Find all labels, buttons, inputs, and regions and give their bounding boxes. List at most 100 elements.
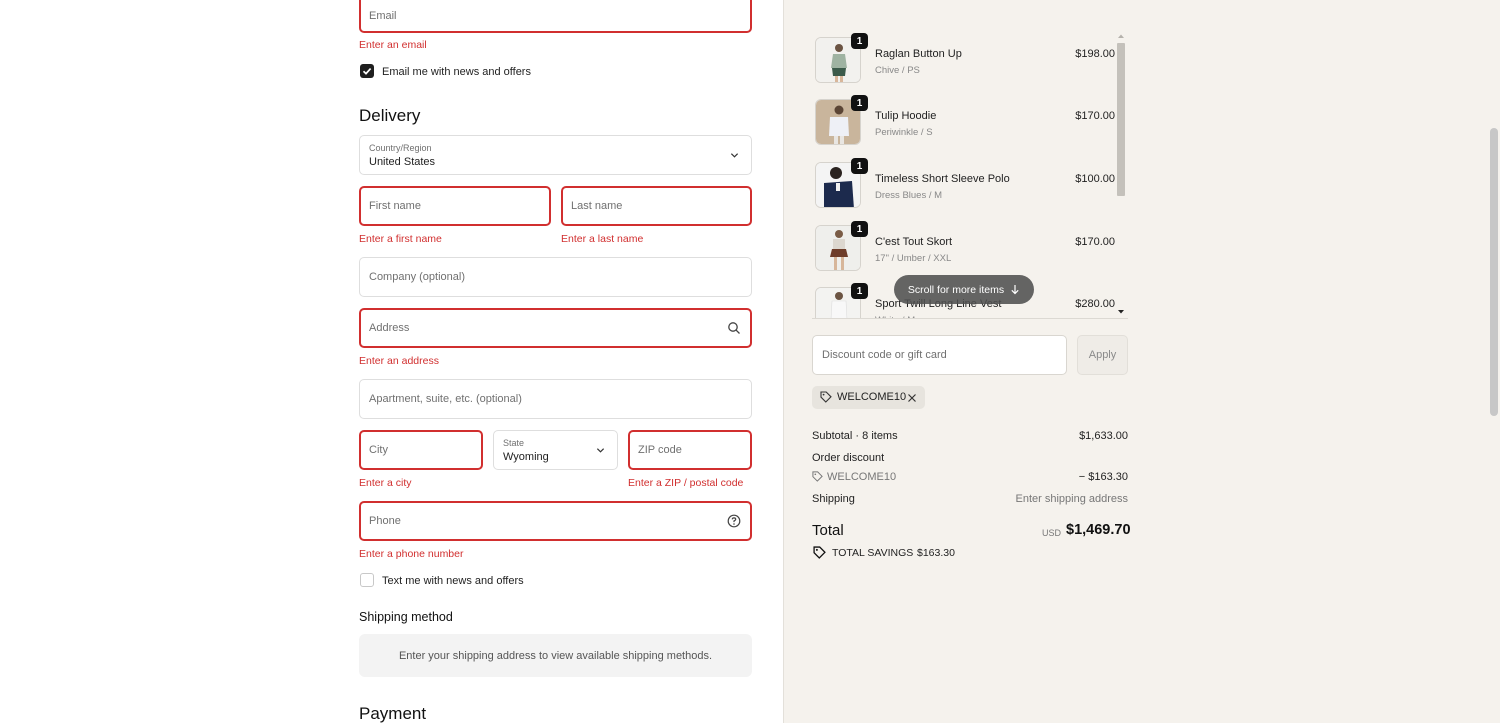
email-error: Enter an email	[359, 39, 427, 51]
state-label: State	[503, 438, 525, 448]
quantity-badge: 1	[851, 95, 868, 111]
tag-icon	[812, 471, 823, 482]
cart-item: 1 Timeless Short Sleeve Polo Dress Blues…	[812, 158, 1128, 210]
address-placeholder: Address	[369, 322, 410, 334]
subtotal-value: $1,633.00	[1079, 430, 1128, 442]
zip-field[interactable]: ZIP code	[628, 430, 752, 470]
item-name: Raglan Button Up	[875, 48, 962, 60]
city-placeholder: City	[369, 444, 388, 456]
chevron-down-icon	[730, 153, 739, 158]
tag-icon	[820, 391, 832, 403]
quantity-badge: 1	[851, 33, 868, 49]
cart-list-scrollbar[interactable]	[1115, 32, 1127, 317]
quantity-badge: 1	[851, 221, 868, 237]
newsletter-label: Email me with news and offers	[382, 66, 531, 78]
item-price: $100.00	[1075, 173, 1115, 185]
item-name: Timeless Short Sleeve Polo	[875, 173, 1010, 185]
cart-item: 1 Raglan Button Up Chive / PS $198.00	[812, 33, 1128, 85]
state-select[interactable]: State Wyoming	[493, 430, 618, 470]
cart-item: 1 C'est Tout Skort 17" / Umber / XXL $17…	[812, 221, 1128, 273]
phone-placeholder: Phone	[369, 515, 401, 527]
close-icon[interactable]	[907, 393, 917, 403]
delivery-heading: Delivery	[359, 106, 421, 125]
country-select[interactable]: Country/Region United States	[359, 135, 752, 175]
item-variant: 17" / Umber / XXL	[875, 253, 952, 264]
phone-error: Enter a phone number	[359, 548, 464, 560]
order-discount-label: Order discount	[812, 452, 885, 464]
zip-placeholder: ZIP code	[638, 444, 682, 456]
help-icon[interactable]	[727, 514, 741, 528]
item-price: $170.00	[1075, 236, 1115, 248]
total-savings-value: $163.30	[917, 547, 955, 559]
shipping-value: Enter shipping address	[1015, 493, 1128, 505]
item-variant: White / M	[875, 315, 915, 318]
city-field[interactable]: City	[359, 430, 483, 470]
address-field[interactable]: Address	[359, 308, 752, 348]
apartment-placeholder: Apartment, suite, etc. (optional)	[369, 393, 522, 405]
state-value: Wyoming	[503, 451, 549, 463]
country-label: Country/Region	[369, 143, 432, 153]
scroll-for-more-button[interactable]: Scroll for more items	[894, 275, 1034, 304]
last-name-error: Enter a last name	[561, 233, 644, 245]
apply-label: Apply	[1088, 349, 1117, 361]
email-placeholder: Email	[369, 10, 397, 23]
item-name: C'est Tout Skort	[875, 236, 953, 248]
item-price: $198.00	[1075, 48, 1115, 60]
quantity-badge: 1	[851, 283, 868, 299]
address-error: Enter an address	[359, 355, 439, 367]
city-error: Enter a city	[359, 477, 412, 489]
total-label: Total	[812, 522, 844, 539]
discount-code-input[interactable]: Discount code or gift card	[812, 335, 1067, 375]
shipping-method-notice: Enter your shipping address to view avai…	[359, 634, 752, 677]
scroll-down-arrow-icon[interactable]	[1115, 308, 1127, 316]
subtotal-label: Subtotal · 8 items	[812, 430, 898, 442]
company-field[interactable]: Company (optional)	[359, 257, 752, 297]
item-price: $170.00	[1075, 110, 1115, 122]
shipping-label: Shipping	[812, 493, 855, 505]
last-name-field[interactable]: Last name	[561, 186, 752, 226]
scroll-for-more-label: Scroll for more items	[907, 283, 1005, 296]
last-name-placeholder: Last name	[571, 200, 623, 212]
apartment-field[interactable]: Apartment, suite, etc. (optional)	[359, 379, 752, 419]
country-value: United States	[369, 156, 436, 168]
first-name-placeholder: First name	[369, 200, 421, 212]
arrow-down-icon	[1011, 285, 1019, 295]
total-savings-label: TOTAL SAVINGS	[832, 547, 914, 559]
search-icon	[728, 322, 740, 334]
chevron-down-icon	[596, 448, 605, 453]
apply-discount-button[interactable]: Apply	[1077, 335, 1128, 375]
payment-heading: Payment	[359, 704, 427, 723]
cart-list-scroll-thumb[interactable]	[1117, 43, 1125, 196]
discount-value: − $163.30	[1078, 471, 1128, 483]
company-placeholder: Company (optional)	[369, 271, 465, 283]
checkout-form: Email Enter an email Email me with news …	[0, 0, 783, 723]
total-value: $1,469.70	[1066, 522, 1131, 538]
newsletter-checkbox[interactable]	[360, 64, 374, 78]
discount-code-placeholder: Discount code or gift card	[822, 349, 947, 361]
checkmark-icon	[362, 68, 372, 75]
cart-item: 1 Tulip Hoodie Periwinkle / S $170.00	[812, 95, 1128, 147]
applied-discount-code: WELCOME10	[837, 391, 907, 403]
item-name: Tulip Hoodie	[875, 110, 937, 122]
item-variant: Periwinkle / S	[875, 127, 933, 138]
page-scroll-thumb[interactable]	[1490, 128, 1498, 416]
shipping-method-message: Enter your shipping address to view avai…	[398, 649, 713, 662]
item-variant: Chive / PS	[875, 65, 920, 76]
quantity-badge: 1	[851, 158, 868, 174]
shipping-method-heading: Shipping method	[359, 610, 453, 624]
zip-error: Enter a ZIP / postal code	[628, 477, 744, 489]
scroll-up-arrow-icon[interactable]	[1115, 32, 1127, 40]
phone-field[interactable]: Phone	[359, 501, 752, 541]
applied-discount-chip: WELCOME10	[812, 386, 925, 409]
first-name-error: Enter a first name	[359, 233, 442, 245]
page-scrollbar[interactable]	[1488, 0, 1500, 723]
first-name-field[interactable]: First name	[359, 186, 551, 226]
discount-code-line: WELCOME10	[827, 471, 897, 483]
item-price: $280.00	[1075, 298, 1115, 310]
currency-code: USD	[1042, 528, 1062, 538]
tag-icon	[813, 546, 826, 559]
email-field[interactable]: Email	[359, 0, 752, 33]
sms-checkbox[interactable]	[360, 573, 374, 587]
item-variant: Dress Blues / M	[875, 190, 943, 201]
sms-label: Text me with news and offers	[382, 575, 524, 587]
